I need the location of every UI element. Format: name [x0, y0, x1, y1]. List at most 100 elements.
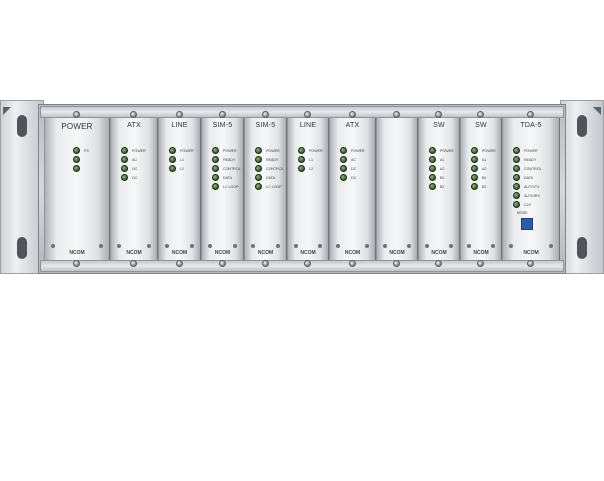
led-label: A2 — [440, 166, 445, 171]
screw-icon — [73, 260, 80, 267]
led-indicator-icon — [471, 174, 478, 181]
brand-logo: NCOM — [389, 250, 405, 256]
led-label: AUTO/RX — [524, 193, 540, 198]
led-row: CONTROL — [513, 164, 542, 173]
screw-icon — [435, 111, 442, 118]
top-card-rail — [40, 106, 564, 118]
led-group: POWER L1 L2 — [169, 146, 194, 173]
led-indicator-icon — [298, 165, 305, 172]
screw-icon — [477, 260, 484, 267]
led-indicator-icon — [255, 147, 262, 154]
card-blank: NCOM — [376, 111, 418, 267]
led-indicator-icon — [212, 165, 219, 172]
led-row: POWER — [513, 146, 542, 155]
led-label: DATA — [266, 175, 276, 180]
led-row: POWER — [298, 146, 323, 155]
screw-icon — [261, 111, 269, 118]
right-rack-ear — [560, 100, 604, 274]
led-indicator-icon — [298, 147, 305, 154]
led-row: DC — [121, 164, 146, 173]
led-label: READY — [266, 157, 279, 162]
led-row: AUTO/RX — [513, 191, 542, 200]
card-tda5: TDA-5 POWER READY CONTROL DATA AUTO/TX AUTO/RX… — [502, 111, 560, 267]
card-pull-hole-icon — [491, 244, 495, 248]
brand-logo: NCOM — [473, 250, 489, 256]
card-atx1: ATX POWER AC DC DC NCOM — [110, 111, 158, 267]
brand-logo: NCOM — [431, 250, 447, 256]
led-row: POWER — [121, 146, 146, 155]
dip-switch-icon[interactable] — [521, 218, 533, 230]
led-label: B1 — [482, 175, 487, 180]
card-label: POWER — [61, 122, 93, 131]
led-indicator-icon — [121, 174, 128, 181]
led-row: POWER — [212, 146, 241, 155]
led-indicator-icon — [513, 156, 520, 163]
led-indicator-icon — [298, 156, 305, 163]
screw-icon — [218, 111, 226, 118]
led-indicator-icon — [429, 147, 436, 154]
led-group: POWER AC DC DC — [340, 146, 365, 182]
led-row: READY — [513, 155, 542, 164]
led-indicator-icon — [169, 147, 176, 154]
led-row — [73, 164, 89, 173]
screw-icon — [348, 260, 356, 267]
card-pull-hole-icon — [165, 244, 169, 248]
screw-icon — [175, 260, 183, 267]
card-pull-hole-icon — [425, 244, 429, 248]
led-indicator-icon — [429, 183, 436, 190]
card-line1: LINE POWER L1 L2 NCOM — [158, 111, 201, 267]
led-label: READY — [223, 157, 236, 162]
card-pull-hole-icon — [208, 244, 212, 248]
led-indicator-icon — [513, 165, 520, 172]
led-label: POWER — [309, 148, 323, 153]
card-pull-hole-icon — [51, 244, 55, 248]
led-label: L2 — [309, 166, 313, 171]
brand-logo: NCOM — [69, 250, 85, 256]
led-row: FS — [73, 146, 89, 155]
led-group: POWER READY CONTROL DATA LC LOOP — [255, 146, 284, 191]
led-group: POWER L1 L2 — [298, 146, 323, 173]
led-row: B2 — [429, 182, 454, 191]
ear-corner-icon — [3, 107, 11, 115]
led-label: POWER — [440, 148, 454, 153]
led-row: L2 — [169, 164, 194, 173]
led-row: DC — [340, 164, 365, 173]
card-pull-hole-icon — [365, 244, 369, 248]
led-indicator-icon — [73, 156, 80, 163]
screw-icon — [261, 260, 269, 267]
screw-icon — [304, 260, 311, 267]
rack-chassis: POWER FS NCOM ATX POWER AC DC DC NCOM LINE POWER L1… — [0, 0, 604, 481]
led-indicator-icon — [513, 147, 520, 154]
led-label: POWER — [132, 148, 146, 153]
led-label: CLK — [524, 202, 531, 207]
led-label: CONTROL — [524, 166, 542, 171]
led-group: POWER READY CONTROL DATA AUTO/TX AUTO/RX CLK — [513, 146, 542, 209]
led-label: AC — [132, 157, 137, 162]
led-label: POWER — [351, 148, 365, 153]
led-row: DATA — [255, 173, 284, 182]
led-indicator-icon — [513, 183, 520, 190]
mounting-slot-icon — [17, 237, 27, 259]
led-row: B2 — [471, 182, 496, 191]
led-row: A2 — [429, 164, 454, 173]
dip-switch-label: MODE — [517, 211, 528, 215]
card-pull-hole-icon — [117, 244, 121, 248]
led-group: FS — [73, 146, 89, 173]
card-label: SW — [475, 122, 487, 129]
led-indicator-icon — [429, 156, 436, 163]
led-indicator-icon — [121, 165, 128, 172]
led-indicator-icon — [255, 174, 262, 181]
led-group: POWER A1 A2 B1 B2 — [429, 146, 454, 191]
led-indicator-icon — [471, 156, 478, 163]
led-row: POWER — [429, 146, 454, 155]
led-group: POWER READY CONTROL DATA LC LOOP — [212, 146, 241, 191]
led-indicator-icon — [429, 165, 436, 172]
card-pull-hole-icon — [294, 244, 298, 248]
card-pull-hole-icon — [509, 244, 513, 248]
card-pull-hole-icon — [449, 244, 453, 248]
card-label: SW — [433, 122, 445, 129]
led-row: READY — [212, 155, 241, 164]
led-row: B1 — [429, 173, 454, 182]
led-row: LC LOOP — [255, 182, 284, 191]
screw-icon — [175, 111, 183, 118]
